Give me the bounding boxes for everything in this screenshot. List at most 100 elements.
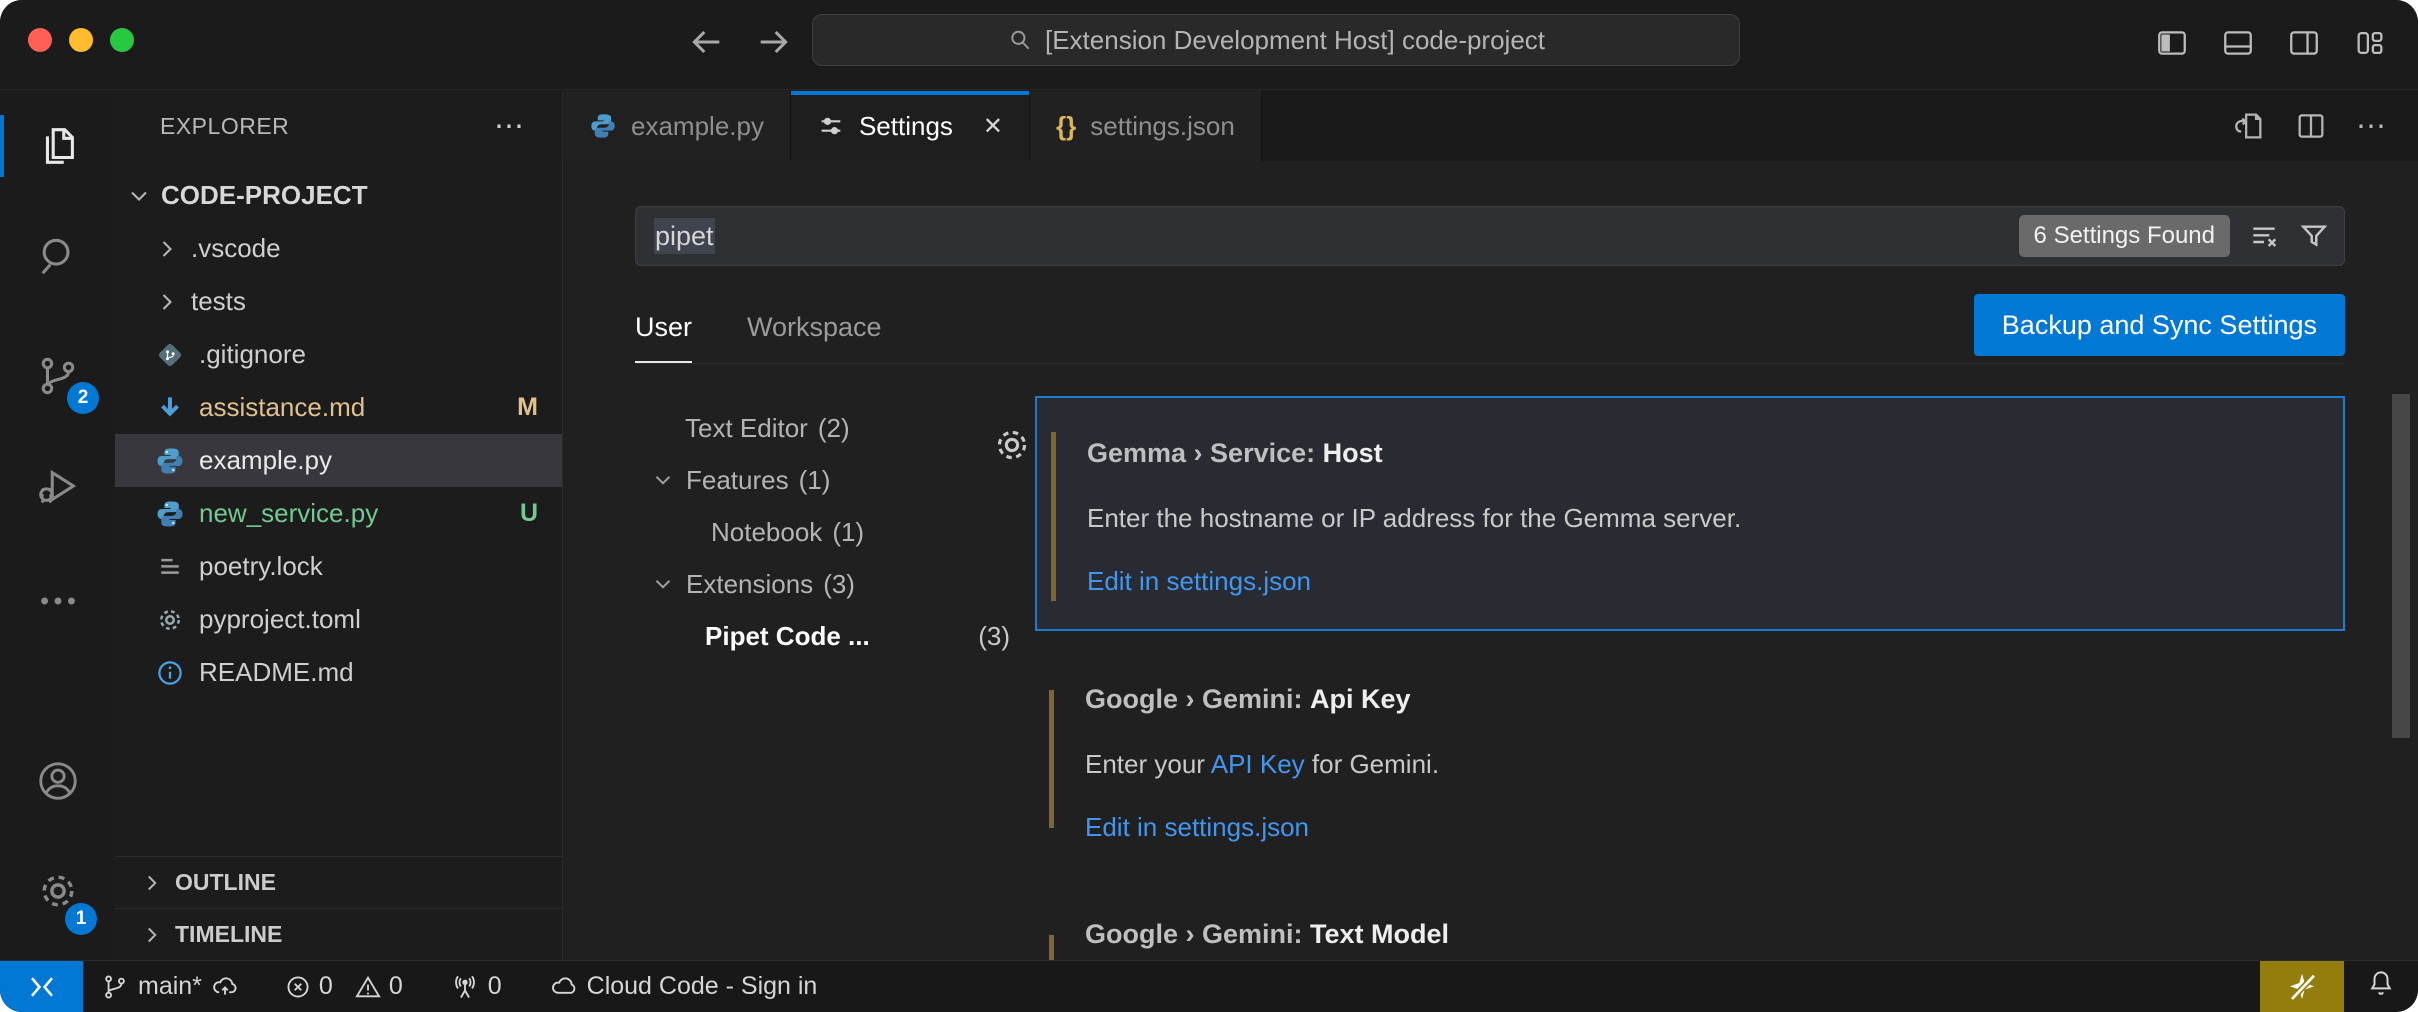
- toc-label: Pipet Code ...: [705, 621, 870, 652]
- problems-status-item[interactable]: 0 0: [284, 972, 403, 1001]
- file-label: example.py: [199, 445, 332, 476]
- split-editor-icon[interactable]: [2294, 109, 2328, 143]
- setting-google-gemini-api-key[interactable]: Google › Gemini: Api Key Enter your API …: [1035, 656, 2345, 856]
- api-key-link[interactable]: API Key: [1211, 749, 1305, 779]
- manage-button[interactable]: 1: [0, 851, 115, 931]
- toc-pipet-code[interactable]: Pipet Code ... (3): [635, 610, 1010, 662]
- branch-status-item[interactable]: main*: [101, 972, 239, 1001]
- tree-file-pyproject[interactable]: pyproject.toml: [115, 593, 562, 646]
- setting-actions-gear-icon[interactable]: [991, 424, 1033, 466]
- markdown-file-icon: [155, 393, 185, 423]
- toc-text-editor[interactable]: Text Editor (2): [635, 402, 1010, 454]
- scm-badge: 2: [67, 382, 99, 414]
- maximize-window-button[interactable]: [110, 28, 134, 52]
- cloud-icon: [550, 973, 578, 1001]
- ports-count: 0: [488, 972, 502, 1001]
- tab-settings-json[interactable]: {} settings.json: [1030, 91, 1262, 161]
- tree-file-new-service[interactable]: new_service.py U: [115, 487, 562, 540]
- settings-editor: pipet 6 Settings Found User Workspace Ba…: [563, 161, 2418, 960]
- git-branch-icon: [101, 973, 129, 1001]
- error-count: 0: [319, 972, 333, 1001]
- timeline-section[interactable]: TIMELINE: [115, 908, 562, 960]
- ports-status-item[interactable]: 0: [451, 972, 502, 1001]
- tree-folder-tests[interactable]: tests: [115, 275, 562, 328]
- scope-tab-user[interactable]: User: [635, 312, 692, 363]
- outline-section[interactable]: OUTLINE: [115, 856, 562, 908]
- setting-title: Gemma › Service: Host: [1087, 438, 2343, 469]
- explorer-activity-button[interactable]: [0, 106, 115, 186]
- tab-example-py[interactable]: example.py: [563, 91, 791, 161]
- explorer-title: EXPLORER: [160, 113, 289, 140]
- command-center-search[interactable]: [Extension Development Host] code-projec…: [812, 14, 1740, 66]
- explorer-more-actions[interactable]: ⋯: [494, 109, 526, 144]
- settings-toc: Text Editor (2) Features (1) Notebook (1…: [635, 402, 1010, 662]
- tab-label: settings.json: [1090, 111, 1235, 142]
- folder-label: tests: [191, 286, 246, 317]
- section-label: TIMELINE: [175, 921, 282, 948]
- setting-gemma-service-host[interactable]: Gemma › Service: Host Enter the hostname…: [1035, 396, 2345, 631]
- branch-name: main*: [138, 972, 202, 1001]
- edit-in-settings-json-link[interactable]: Edit in settings.json: [1085, 812, 1309, 843]
- toggle-secondary-sidebar-icon[interactable]: [2286, 26, 2322, 60]
- file-label: new_service.py: [199, 498, 378, 529]
- notifications-button[interactable]: [2344, 968, 2418, 1005]
- vertical-scrollbar[interactable]: [2392, 394, 2410, 738]
- setting-google-gemini-text-model[interactable]: Google › Gemini: Text Model: [1035, 901, 2345, 960]
- chevron-right-icon: [139, 922, 165, 948]
- vscode-window: [Extension Development Host] code-projec…: [0, 0, 2418, 1012]
- chevron-down-icon: [650, 571, 676, 597]
- settings-search-input[interactable]: pipet 6 Settings Found: [635, 206, 2345, 266]
- tree-file-readme[interactable]: README.md: [115, 646, 562, 699]
- file-label: assistance.md: [199, 392, 365, 423]
- warnings-icon: [354, 973, 382, 1001]
- tree-folder-vscode[interactable]: .vscode: [115, 222, 562, 275]
- manage-badge: 1: [65, 903, 97, 935]
- filter-icon[interactable]: [2298, 220, 2330, 252]
- more-icon: [35, 578, 81, 624]
- backup-sync-settings-button[interactable]: Backup and Sync Settings: [1974, 294, 2345, 356]
- tree-root-folder[interactable]: CODE-PROJECT: [115, 169, 562, 222]
- tree-file-poetry-lock[interactable]: poetry.lock: [115, 540, 562, 593]
- git-status-badge: M: [517, 393, 538, 422]
- clear-filters-icon[interactable]: [2248, 220, 2280, 252]
- run-debug-activity-button[interactable]: [0, 446, 115, 526]
- close-window-button[interactable]: [28, 28, 52, 52]
- forward-arrow-icon[interactable]: [754, 22, 794, 62]
- edit-in-settings-json-link[interactable]: Edit in settings.json: [1087, 566, 1311, 597]
- toggle-panel-icon[interactable]: [2220, 26, 2256, 60]
- errors-icon: [284, 973, 312, 1001]
- python-file-icon: [155, 446, 185, 476]
- account-icon: [35, 758, 81, 804]
- search-activity-button[interactable]: [0, 216, 115, 296]
- cloud-code-status-item[interactable]: Cloud Code - Sign in: [550, 972, 818, 1001]
- section-label: OUTLINE: [175, 869, 276, 896]
- tab-settings[interactable]: Settings ✕: [791, 91, 1030, 161]
- accounts-button[interactable]: [0, 741, 115, 821]
- toc-features[interactable]: Features (1): [635, 454, 1010, 506]
- remote-indicator[interactable]: [0, 961, 83, 1012]
- customize-layout-icon[interactable]: [2352, 26, 2388, 60]
- source-control-activity-button[interactable]: 2: [0, 336, 115, 416]
- close-tab-icon[interactable]: ✕: [983, 112, 1003, 141]
- tree-file-assistance[interactable]: assistance.md M: [115, 381, 562, 434]
- json-braces-icon: {}: [1056, 111, 1076, 142]
- cloud-code-label: Cloud Code - Sign in: [587, 972, 818, 1001]
- chevron-right-icon: [153, 288, 181, 316]
- info-file-icon: [155, 658, 185, 688]
- toggle-primary-sidebar-icon[interactable]: [2154, 26, 2190, 60]
- scope-tab-workspace[interactable]: Workspace: [747, 312, 882, 363]
- settings-list: Gemma › Service: Host Enter the hostname…: [1035, 396, 2345, 960]
- root-folder-label: CODE-PROJECT: [161, 180, 368, 211]
- git-status-badge: U: [520, 499, 538, 528]
- ai-assist-status-button[interactable]: [2260, 961, 2344, 1012]
- editor-more-actions-icon[interactable]: ⋯: [2356, 109, 2388, 144]
- toc-extensions[interactable]: Extensions (3): [635, 558, 1010, 610]
- minimize-window-button[interactable]: [69, 28, 93, 52]
- toc-notebook[interactable]: Notebook (1): [635, 506, 1010, 558]
- additional-views-button[interactable]: [0, 561, 115, 641]
- tree-file-gitignore[interactable]: .gitignore: [115, 328, 562, 381]
- editor-area: example.py Settings ✕ {} settings.json ⋯: [563, 91, 2418, 960]
- back-arrow-icon[interactable]: [686, 22, 726, 62]
- tree-file-example[interactable]: example.py: [115, 434, 562, 487]
- open-settings-json-icon[interactable]: [2232, 109, 2266, 143]
